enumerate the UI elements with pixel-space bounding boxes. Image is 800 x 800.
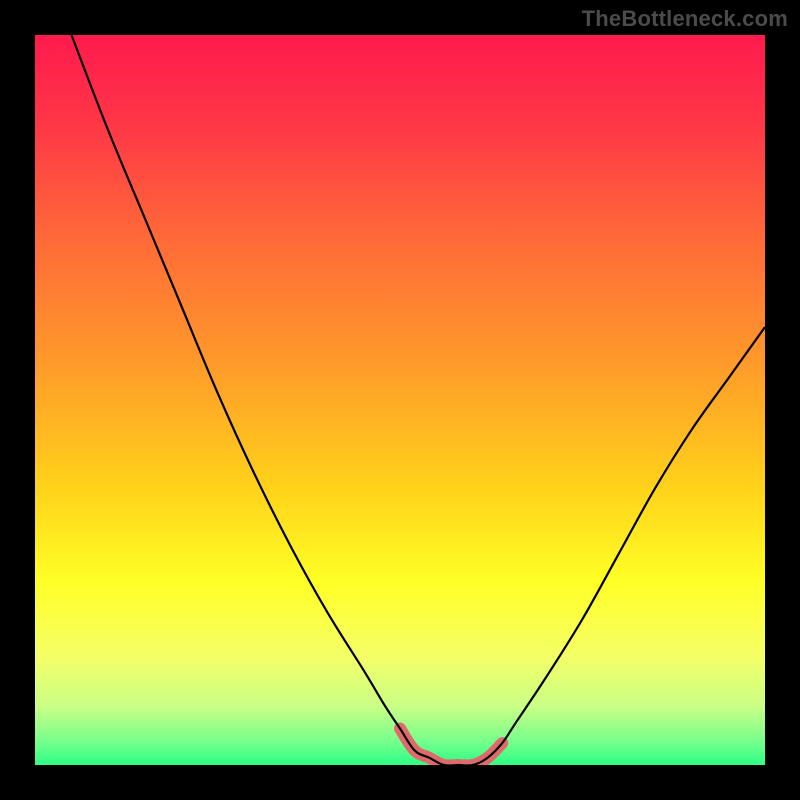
bottleneck-curve	[72, 35, 766, 765]
plot-area	[35, 35, 765, 765]
chart-frame: TheBottleneck.com	[0, 0, 800, 800]
curve-layer	[35, 35, 765, 765]
watermark-label: TheBottleneck.com	[582, 6, 788, 32]
